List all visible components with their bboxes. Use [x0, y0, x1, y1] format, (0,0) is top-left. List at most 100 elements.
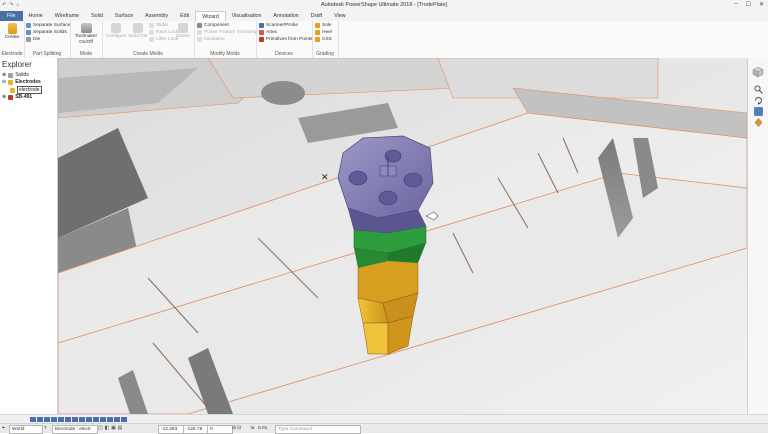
level-swatch[interactable]	[121, 417, 127, 422]
tab-home[interactable]: Home	[23, 11, 49, 21]
dowel-button[interactable]: Dowel	[174, 23, 192, 40]
tree-item-electrodes[interactable]: ⊖ Electrodes	[2, 79, 41, 85]
tree-label-electrode-edit[interactable]: electrode	[17, 86, 42, 94]
level-swatch[interactable]	[58, 417, 64, 422]
group-label-modify-molds: Modify Molds	[210, 51, 240, 57]
level-swatch[interactable]	[79, 417, 85, 422]
solids-icon	[26, 30, 31, 35]
explorer-panel: Explorer ⊕ Solids ⊖ Electrodes electrode…	[0, 58, 58, 414]
level-swatch[interactable]	[65, 417, 71, 422]
separate-solids-button[interactable]: Separate Solids	[26, 30, 67, 35]
level-swatch[interactable]	[107, 417, 113, 422]
zoom-icon[interactable]	[753, 84, 763, 94]
maximize-button[interactable]: ☐	[746, 1, 751, 8]
trimming-icon	[197, 30, 202, 35]
level-swatch[interactable]	[114, 417, 120, 422]
minimize-button[interactable]: –	[734, 1, 737, 8]
tab-wizard[interactable]: Wizard	[195, 11, 226, 21]
view-toolbar	[747, 58, 768, 414]
level-swatch[interactable]	[100, 417, 106, 422]
artec-button[interactable]: Artec	[259, 30, 277, 35]
tab-wireframe[interactable]: Wireframe	[49, 11, 85, 21]
heel-button[interactable]: Heel	[315, 30, 332, 35]
electrode-create-icon	[7, 23, 17, 34]
component-button[interactable]: Component	[197, 23, 229, 28]
sole-icon	[315, 23, 320, 28]
sole-button[interactable]: Sole	[315, 23, 332, 28]
level-swatch[interactable]	[37, 417, 43, 422]
tree-label-solids: Solids	[15, 72, 29, 78]
tab-draft[interactable]: Draft	[305, 11, 328, 21]
slider-button[interactable]: Slider	[149, 23, 168, 28]
rotate-icon[interactable]	[753, 95, 763, 105]
group-part-splitting: Separate Surface Separate Solids Die Par…	[24, 21, 71, 58]
scanner-probe-button[interactable]: Scanner/Probe	[259, 23, 298, 28]
tab-visualisation[interactable]: Visualisation	[226, 11, 268, 21]
group-devices: Scanner/Probe Artec Primitives from Poin…	[256, 21, 313, 58]
tree-item-sb491[interactable]: ⊕ SB-491	[2, 94, 32, 100]
command-input[interactable]: Type Command	[275, 425, 361, 434]
z-coordinate[interactable]: 0	[207, 425, 233, 434]
tree-item-electrode[interactable]: electrode	[10, 86, 42, 94]
y-coordinate[interactable]: -126.78	[183, 425, 209, 434]
insulation-icon	[197, 37, 202, 42]
close-button[interactable]: ✕	[759, 1, 764, 8]
level-swatch[interactable]	[44, 417, 50, 422]
heel-icon	[315, 30, 320, 35]
tolerance-value[interactable]: 0.01	[258, 425, 267, 432]
expand-icon[interactable]: ⊕	[2, 72, 6, 78]
primitives-label: Primitives from Points	[266, 37, 313, 42]
die-button[interactable]: Die	[26, 37, 40, 42]
graphics-viewport[interactable]: ✕	[58, 58, 747, 414]
tree-item-solids[interactable]: ⊕ Solids	[2, 72, 29, 78]
configure-icon	[111, 23, 121, 33]
group-label-create-molds: Create Molds	[133, 51, 163, 57]
die-label: Die	[33, 37, 41, 42]
tab-view[interactable]: View	[328, 11, 351, 21]
collapse-icon[interactable]: ⊖	[2, 79, 6, 85]
slider-label: Slider	[156, 23, 169, 28]
feature-trimming-button[interactable]: Power Feature Trimming	[197, 30, 257, 35]
group-mode: Toolmaker On/Off Mode	[70, 21, 103, 58]
tree-label-electrodes: Electrodes	[15, 79, 41, 85]
level-value[interactable]: 7	[44, 425, 47, 432]
css-button[interactable]: CSS	[315, 37, 332, 42]
toolmaker-toggle[interactable]: Toolmaker On/Off	[72, 23, 100, 45]
level-swatch[interactable]	[72, 417, 78, 422]
x-coordinate[interactable]: -12.283	[158, 425, 184, 434]
mold-die-button[interactable]: Mold Die	[128, 23, 148, 40]
configure-label: Configure	[105, 34, 127, 39]
create-electrode-button[interactable]: Create	[1, 23, 23, 41]
view-cube-icon[interactable]	[752, 66, 764, 78]
artec-icon	[259, 30, 264, 35]
primitives-from-points-button[interactable]: Primitives from Points	[259, 37, 312, 42]
material-icon[interactable]	[753, 117, 763, 127]
tab-surface[interactable]: Surface	[109, 11, 139, 21]
level-swatch[interactable]	[51, 417, 57, 422]
configure-button[interactable]: Configure	[104, 23, 128, 40]
snap-icons[interactable]: ⊞⊟	[232, 425, 242, 432]
tab-solid[interactable]: Solid	[85, 11, 109, 21]
group-label-grading: Grading	[316, 51, 334, 57]
active-electrode-select[interactable]: Electrode : electr	[52, 425, 98, 434]
status-tool-icons[interactable]: ◫◧▣▤	[98, 425, 124, 432]
separate-surface-label: Separate Surface	[33, 23, 71, 28]
separate-surface-button[interactable]: Separate Surface	[26, 23, 70, 28]
workplane-select[interactable]: World	[9, 425, 43, 434]
tab-file[interactable]: File	[0, 11, 23, 21]
scanner-probe-label: Scanner/Probe	[266, 23, 298, 28]
surface-icon	[26, 23, 31, 28]
rack-lock-icon	[149, 30, 154, 35]
component-label: Component	[204, 23, 229, 28]
level-swatch[interactable]	[30, 417, 36, 422]
expand-icon[interactable]: ⊕	[2, 94, 6, 100]
insulation-button[interactable]: Insulation	[197, 37, 225, 42]
tab-annotation[interactable]: Annotation	[267, 11, 304, 21]
tab-edit[interactable]: Edit	[174, 11, 195, 21]
level-swatch[interactable]	[93, 417, 99, 422]
tab-assembly[interactable]: Assembly	[139, 11, 174, 21]
shading-icon[interactable]	[753, 106, 763, 116]
mold-die-icon	[133, 23, 143, 33]
level-swatch[interactable]	[86, 417, 92, 422]
part-icon	[8, 94, 14, 100]
